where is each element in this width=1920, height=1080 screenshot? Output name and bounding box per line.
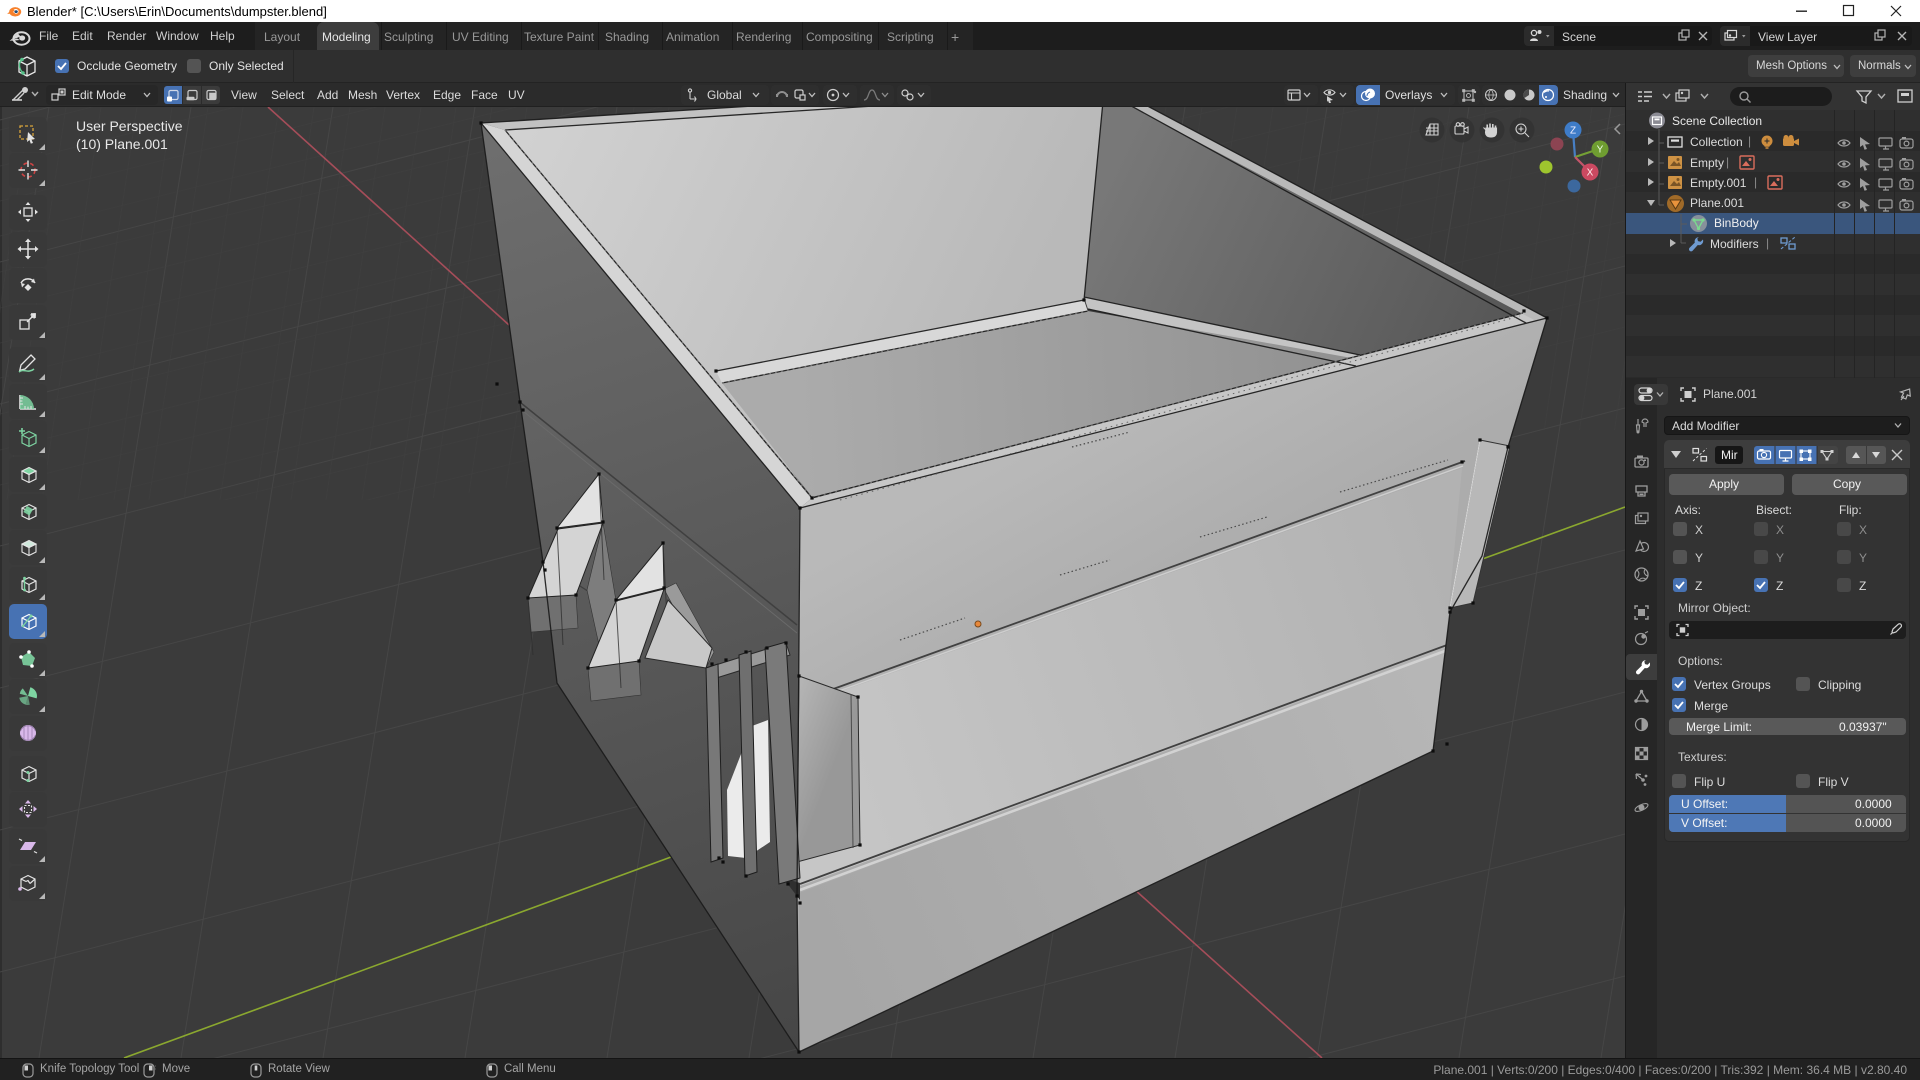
svg-text:Y: Y (1597, 145, 1604, 156)
svg-text:X: X (1587, 168, 1594, 179)
svg-text:(10) Plane.001: (10) Plane.001 (76, 136, 168, 152)
svg-text:User Perspective: User Perspective (76, 118, 183, 134)
svg-text:Z: Z (1570, 126, 1576, 137)
